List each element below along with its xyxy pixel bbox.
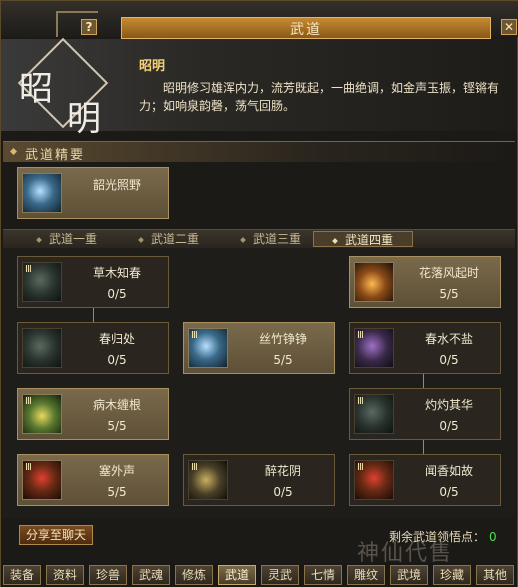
bottom-tab-equipment[interactable]: 装备 — [3, 565, 41, 585]
sect-header: 昭 明 昭明 昭明修习雄浑内力，流芳既起，一曲绝调，如金声玉振，铿锵有力；如响泉… — [1, 37, 517, 139]
bottom-tab-wuhun[interactable]: 武魂 — [132, 565, 170, 585]
skill-rank: Ⅲ — [25, 396, 32, 407]
share-to-chat-button[interactable]: 分享至聊天 — [19, 525, 93, 545]
spring-return-icon — [22, 328, 62, 368]
skill-level: 5/5 — [273, 353, 293, 367]
essence-section-header: 武道精要 — [3, 141, 515, 163]
tree-connector — [93, 306, 94, 322]
skill-name: 丝竹铮铮 — [258, 332, 307, 346]
tab-label: 武道二重 — [150, 232, 199, 246]
light-burst-icon — [22, 173, 62, 213]
skill-name: 草木知春 — [92, 266, 141, 280]
bottom-tab-carving[interactable]: 雕纹 — [347, 565, 385, 585]
skill-level: 5/5 — [439, 287, 459, 301]
spring-water-icon: Ⅲ — [354, 328, 394, 368]
skill-level: 5/5 — [107, 485, 127, 499]
close-button[interactable]: ✕ — [501, 19, 517, 35]
tab-marker-icon — [138, 236, 144, 243]
skill-name: 闻香如故 — [424, 464, 473, 478]
title-bar[interactable]: ? 武道 ✕ — [1, 1, 518, 39]
tree-connector — [423, 372, 424, 388]
tab-label: 武道四重 — [344, 233, 393, 247]
skill-name: 花落风起时 — [418, 266, 479, 280]
skill-name: 春归处 — [98, 332, 135, 346]
skill-node[interactable]: Ⅲ 春水不盐 0/5 — [349, 322, 501, 374]
skill-name: 灼灼其华 — [424, 398, 473, 412]
tab-label: 武道一重 — [48, 232, 97, 246]
skill-level: 5/5 — [107, 419, 127, 433]
skill-node[interactable]: Ⅲ 草木知春 0/5 — [17, 256, 169, 308]
skill-tree: Ⅲ 草木知春 0/5 花落风起时 5/5 春归处 0/5 Ⅲ 丝竹铮铮 5/5 … — [3, 248, 515, 518]
tab-tier-2[interactable]: 武道二重 — [119, 231, 219, 247]
skill-node[interactable]: Ⅲ 灼灼其华 0/5 — [349, 388, 501, 440]
bottom-tab-wujing[interactable]: 武境 — [390, 565, 428, 585]
skill-node[interactable]: 春归处 0/5 — [17, 322, 169, 374]
skill-rank: Ⅲ — [25, 462, 32, 473]
bottom-tab-collection[interactable]: 珍藏 — [433, 565, 471, 585]
skill-level: 0/5 — [439, 419, 459, 433]
frontier-sound-icon: Ⅲ — [22, 460, 62, 500]
sect-emblem: 昭 明 — [9, 37, 113, 139]
tab-marker-icon — [240, 236, 246, 243]
skill-rank: Ⅲ — [357, 462, 364, 473]
skill-node[interactable]: Ⅲ 塞外声 5/5 — [17, 454, 169, 506]
skill-level: 0/5 — [439, 353, 459, 367]
help-button[interactable]: ? — [81, 19, 97, 35]
tab-tier-1[interactable]: 武道一重 — [17, 231, 117, 247]
bottom-tab-other[interactable]: 其他 — [476, 565, 514, 585]
skill-node[interactable]: Ⅲ 丝竹铮铮 5/5 — [183, 322, 335, 374]
skill-level: 0/5 — [107, 353, 127, 367]
bottom-tab-pets[interactable]: 珍兽 — [89, 565, 127, 585]
string-music-icon: Ⅲ — [188, 328, 228, 368]
diamond-bullet-icon — [9, 147, 18, 156]
emblem-char-2: 明 — [67, 99, 101, 139]
skill-level: 0/5 — [439, 485, 459, 499]
skill-rank: Ⅲ — [357, 330, 364, 341]
withered-wood-icon: Ⅲ — [22, 394, 62, 434]
essence-skill-name: 韶光照野 — [92, 178, 141, 192]
falling-flower-icon — [354, 262, 394, 302]
tab-label: 武道三重 — [252, 232, 301, 246]
grass-spring-icon: Ⅲ — [22, 262, 62, 302]
wudao-window: ? 武道 ✕ 昭 明 昭明 昭明修习雄浑内力，流芳既起，一曲绝调，如金声玉振，铿… — [0, 0, 518, 587]
skill-rank: Ⅲ — [25, 264, 32, 275]
essence-label: 武道精要 — [25, 148, 86, 163]
bottom-tab-bar: 装备 资料 珍兽 武魂 修炼 武道 灵武 七情 雕纹 武境 珍藏 其他 — [1, 563, 517, 587]
essence-skill[interactable]: 韶光照野 — [17, 167, 169, 219]
skill-name: 塞外声 — [98, 464, 135, 478]
skill-name: 春水不盐 — [424, 332, 473, 346]
title-plate: 武道 — [121, 17, 491, 39]
skill-level: 0/5 — [107, 287, 127, 301]
bottom-tab-wudao[interactable]: 武道 — [218, 565, 256, 585]
skill-node[interactable]: Ⅲ 醉花阴 0/5 — [183, 454, 335, 506]
skill-node[interactable]: 花落风起时 5/5 — [349, 256, 501, 308]
bottom-tab-profile[interactable]: 资料 — [46, 565, 84, 585]
tab-marker-icon — [332, 237, 338, 244]
sect-description: 昭明修习雄浑内力，流芳既起，一曲绝调，如金声玉振，铿锵有力；如响泉韵磬，荡气回肠… — [139, 81, 500, 113]
tree-connector — [423, 438, 424, 454]
drunk-flower-icon: Ⅲ — [188, 460, 228, 500]
skill-level: 0/5 — [273, 485, 293, 499]
skill-rank: Ⅲ — [191, 330, 198, 341]
skill-rank: Ⅲ — [357, 396, 364, 407]
tab-tier-4[interactable]: 武道四重 — [313, 231, 413, 247]
emblem-char-1: 昭 — [19, 69, 53, 109]
skill-name: 病木缠根 — [92, 398, 141, 412]
remaining-points-value: 0 — [489, 530, 497, 544]
tab-marker-icon — [36, 236, 42, 243]
skill-rank: Ⅲ — [191, 462, 198, 473]
tier-tabs: 武道一重 武道二重 武道三重 武道四重 — [3, 229, 515, 249]
window-title: 武道 — [290, 22, 322, 38]
tab-tier-3[interactable]: 武道三重 — [221, 231, 321, 247]
fragrance-icon: Ⅲ — [354, 460, 394, 500]
skill-node[interactable]: Ⅲ 闻香如故 0/5 — [349, 454, 501, 506]
skill-name: 醉花阴 — [264, 464, 301, 478]
sect-name: 昭明 — [139, 59, 166, 74]
bottom-tab-lingwu[interactable]: 灵武 — [261, 565, 299, 585]
bottom-tab-qiqing[interactable]: 七情 — [304, 565, 342, 585]
skill-node[interactable]: Ⅲ 病木缠根 5/5 — [17, 388, 169, 440]
blazing-bloom-icon: Ⅲ — [354, 394, 394, 434]
bottom-tab-training[interactable]: 修炼 — [175, 565, 213, 585]
